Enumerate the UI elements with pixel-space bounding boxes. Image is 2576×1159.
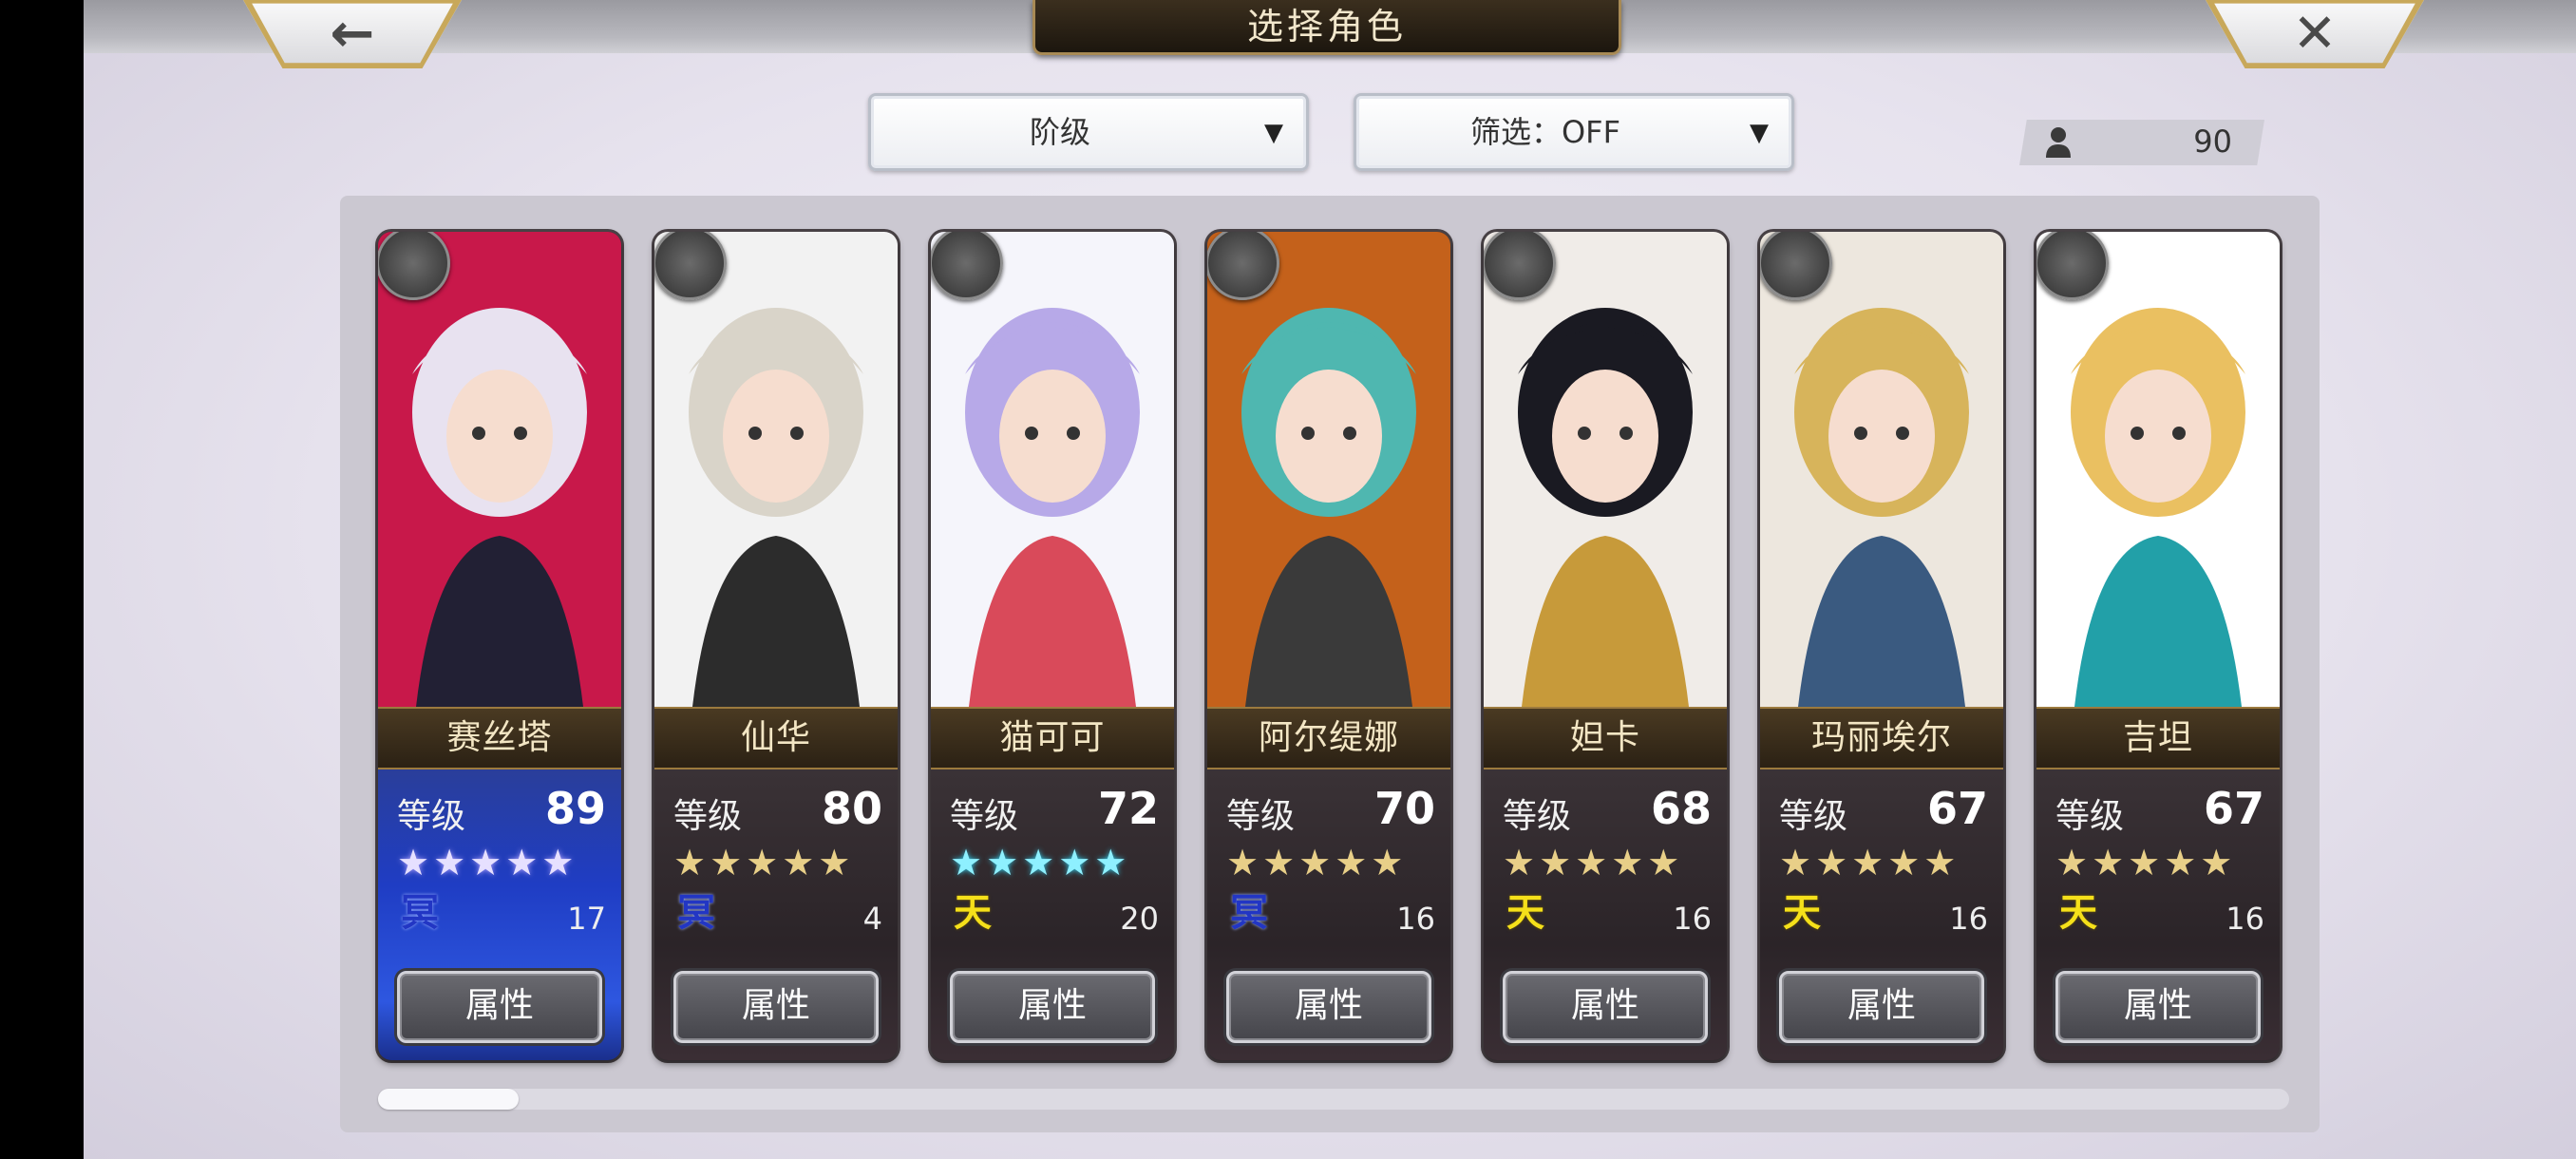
chevron-down-icon: ▼ [1750,119,1769,147]
element-icon: 冥 [677,891,715,935]
character-portrait [378,232,621,707]
character-name: 猫可可 [931,707,1174,770]
element-count: 17 [567,901,606,937]
scrollbar-thumb[interactable] [378,1089,519,1110]
back-button[interactable]: ← [243,0,462,68]
character-name: 吉坦 [2036,707,2280,770]
character-portrait [1484,232,1727,707]
character-roster: 赛丝塔 等级 89 ★★★★★ 冥 17 属性 仙华 等级 80 ★★★★★ 冥… [340,196,2320,1132]
element-icon: 冥 [1230,891,1268,935]
level-value: 67 [1926,783,1988,834]
sort-dropdown-value: 阶级 [1029,114,1090,150]
element-count: 16 [2226,901,2264,937]
level-label: 等级 [1779,797,1848,836]
screen-title: 选择角色 [1032,0,1621,55]
element-icon: 天 [954,891,992,935]
character-stats: 等级 70 ★★★★★ 冥 16 属性 [1207,770,1450,1060]
character-card[interactable]: 阿尔缇娜 等级 70 ★★★★★ 冥 16 属性 [1207,232,1450,1060]
close-x-icon: ✕ [2292,3,2338,65]
character-card[interactable]: 猫可可 等级 72 ★★★★★ 天 20 属性 [931,232,1174,1060]
attribute-button[interactable]: 属性 [1503,971,1708,1043]
filter-dropdown-value: 筛选：OFF [1469,114,1620,150]
attribute-button[interactable]: 属性 [950,971,1155,1043]
element-count: 20 [1120,901,1159,937]
level-label: 等级 [1503,797,1572,836]
level-label: 等级 [950,797,1019,836]
back-arrow-icon: ← [330,3,375,65]
character-portrait [931,232,1174,707]
character-name: 玛丽埃尔 [1760,707,2003,770]
character-card[interactable]: 赛丝塔 等级 89 ★★★★★ 冥 17 属性 [378,232,621,1060]
character-card[interactable]: 玛丽埃尔 等级 67 ★★★★★ 天 16 属性 [1760,232,2003,1060]
roster-count-badge: 90 [2019,120,2264,165]
level-value: 68 [1650,783,1712,834]
character-stats: 等级 67 ★★★★★ 天 16 属性 [1760,770,2003,1060]
star-rating: ★★★★★ [1779,842,1960,884]
star-rating: ★★★★★ [1226,842,1408,884]
character-card[interactable]: 妲卡 等级 68 ★★★★★ 天 16 属性 [1484,232,1727,1060]
character-name: 妲卡 [1484,707,1727,770]
element-icon: 天 [1506,891,1544,935]
element-count: 16 [1396,901,1435,937]
game-screen: ← 选择角色 ✕ 阶级 ▼ 筛选：OFF ▼ 90 赛丝塔 等级 89 ★★★★… [84,0,2576,1159]
star-rating: ★★★★★ [1503,842,1684,884]
element-icon: 天 [1783,891,1821,935]
character-stats: 等级 67 ★★★★★ 天 16 属性 [2036,770,2280,1060]
attribute-button[interactable]: 属性 [673,971,879,1043]
level-value: 89 [544,783,606,834]
character-stats: 等级 89 ★★★★★ 冥 17 属性 [378,770,621,1060]
element-icon: 冥 [401,891,439,935]
attribute-button[interactable]: 属性 [2055,971,2261,1043]
character-name: 仙华 [654,707,898,770]
character-portrait [2036,232,2280,707]
character-stats: 等级 72 ★★★★★ 天 20 属性 [931,770,1174,1060]
star-rating: ★★★★★ [2055,842,2237,884]
character-card[interactable]: 吉坦 等级 67 ★★★★★ 天 16 属性 [2036,232,2280,1060]
star-rating: ★★★★★ [950,842,1131,884]
level-value: 67 [2203,783,2264,834]
element-count: 4 [862,901,882,937]
attribute-button[interactable]: 属性 [1226,971,1431,1043]
horizontal-scrollbar[interactable] [378,1089,2289,1110]
attribute-button[interactable]: 属性 [1779,971,1984,1043]
character-name: 赛丝塔 [378,707,621,770]
filter-dropdown[interactable]: 筛选：OFF ▼ [1354,93,1794,171]
level-label: 等级 [673,797,743,836]
character-portrait [654,232,898,707]
user-icon [2046,127,2071,158]
close-button[interactable]: ✕ [2206,0,2424,68]
character-stats: 等级 68 ★★★★★ 天 16 属性 [1484,770,1727,1060]
sort-dropdown[interactable]: 阶级 ▼ [868,93,1309,171]
element-icon: 天 [2059,891,2097,935]
character-card[interactable]: 仙华 等级 80 ★★★★★ 冥 4 属性 [654,232,898,1060]
chevron-down-icon: ▼ [1264,119,1283,147]
character-stats: 等级 80 ★★★★★ 冥 4 属性 [654,770,898,1060]
star-rating: ★★★★★ [397,842,578,884]
level-label: 等级 [2055,797,2125,836]
level-value: 80 [821,783,882,834]
roster-count-value: 90 [2193,124,2232,160]
level-value: 70 [1373,783,1435,834]
element-count: 16 [1949,901,1988,937]
element-count: 16 [1673,901,1712,937]
character-portrait [1760,232,2003,707]
attribute-button[interactable]: 属性 [397,971,602,1043]
level-value: 72 [1097,783,1159,834]
character-portrait [1207,232,1450,707]
level-label: 等级 [1226,797,1296,836]
star-rating: ★★★★★ [673,842,855,884]
level-label: 等级 [397,797,466,836]
character-name: 阿尔缇娜 [1207,707,1450,770]
